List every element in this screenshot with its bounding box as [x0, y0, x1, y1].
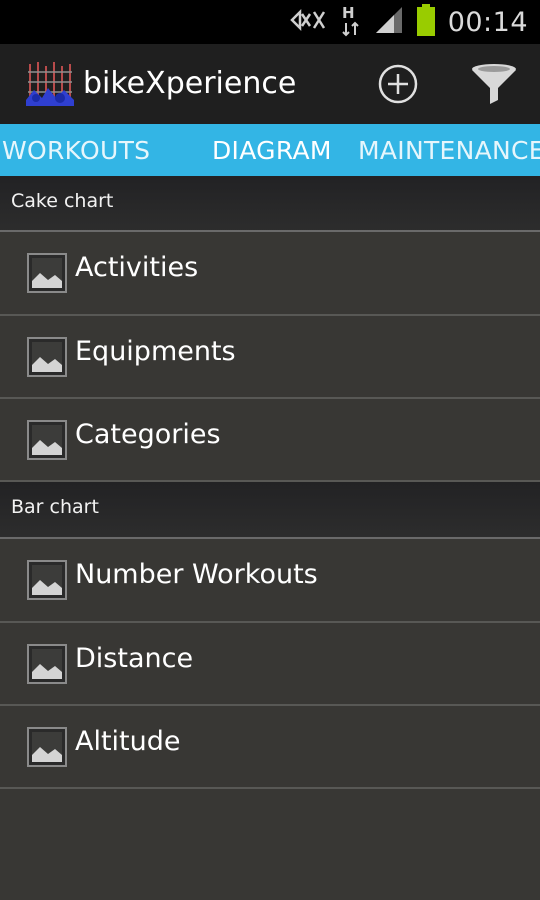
list-item-label: Activities	[75, 252, 199, 283]
list-item-equipments[interactable]: Equipments	[0, 316, 540, 399]
svg-text:H: H	[342, 4, 355, 22]
tab-diagram[interactable]: DIAGRAM	[212, 124, 332, 176]
section-header-bar-chart: Bar chart	[0, 482, 540, 538]
image-icon	[27, 253, 67, 293]
list-item-activities[interactable]: Activities	[0, 232, 540, 315]
app-title: bikeXperience	[83, 66, 297, 101]
list-item-label: Distance	[75, 643, 194, 674]
list-item-categories[interactable]: Categories	[0, 399, 540, 482]
section-title: Cake chart	[11, 190, 114, 212]
list-item-label: Number Workouts	[75, 559, 318, 590]
image-icon	[27, 644, 67, 684]
section-header-cake-chart: Cake chart	[0, 176, 540, 232]
app-logo-icon[interactable]	[24, 60, 76, 108]
list-item-label: Categories	[75, 419, 221, 450]
action-bar: bikeXperience	[0, 44, 540, 124]
tab-workouts[interactable]: WORKOUTS	[2, 124, 150, 176]
list-item-label: Equipments	[75, 336, 236, 367]
status-icons: H 00:14	[289, 0, 528, 44]
cell-signal-icon	[374, 5, 404, 39]
tab-maintenance[interactable]: MAINTENANCE	[358, 124, 540, 176]
list-item-label: Altitude	[75, 726, 181, 757]
list-item-altitude[interactable]: Altitude	[0, 706, 540, 789]
filter-icon[interactable]	[468, 60, 520, 108]
list-item-number-workouts[interactable]: Number Workouts	[0, 539, 540, 622]
h-network-icon: H	[340, 3, 362, 41]
status-bar: H 00:14	[0, 0, 540, 44]
no-signal-muted-icon	[289, 6, 328, 38]
image-icon	[27, 420, 67, 460]
image-icon	[27, 560, 67, 600]
add-icon[interactable]	[374, 60, 422, 108]
section-title: Bar chart	[11, 496, 99, 518]
image-icon	[27, 337, 67, 377]
tab-strip: WORKOUTS DIAGRAM MAINTENANCE	[0, 124, 540, 176]
list-divider	[0, 787, 540, 789]
list-item-distance[interactable]: Distance	[0, 623, 540, 706]
image-icon	[27, 727, 67, 767]
battery-icon	[416, 4, 436, 40]
status-time: 00:14	[447, 6, 528, 38]
